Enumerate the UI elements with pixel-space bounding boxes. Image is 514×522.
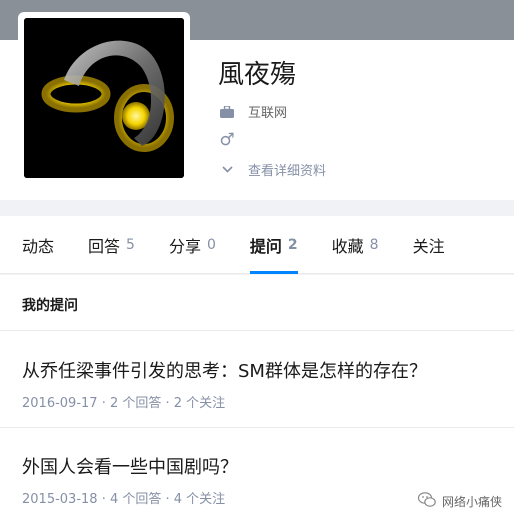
tab-shares[interactable]: 分享 0 [169, 216, 216, 274]
view-details-link[interactable]: 查看详细资料 [248, 160, 326, 179]
tab-label: 分享 [168, 236, 201, 256]
watermark-text: 网络小痛侠 [441, 494, 502, 509]
gender-row: ♂ [218, 130, 248, 150]
tab-count: 8 [369, 236, 379, 253]
answer-count-link[interactable]: 2 个回答 [110, 396, 161, 411]
tab-count: 5 [126, 236, 135, 253]
industry-row: 互联网 [218, 102, 287, 121]
chevron-down-icon [218, 161, 236, 179]
avatar[interactable] [18, 12, 190, 184]
follow-count: 4 个关注 [173, 492, 226, 507]
tab-label: 收藏 [331, 236, 364, 256]
tab-label: 提问 [249, 236, 282, 256]
industry-label: 互联网 [248, 106, 288, 121]
questions-panel: 我的提问 从乔任梁事件引发的思考：SM群体是怎样的存在？ 2016-09-17 … [0, 275, 514, 522]
profile-tabs: 动态 回答 5 分享 0 提问 2 收藏 8 关注 [0, 216, 514, 274]
wechat-icon [417, 492, 436, 510]
question-title-2[interactable]: 外国人会看一些中国剧吗？ [22, 453, 238, 479]
question-date: 2016-09-17 [22, 396, 98, 411]
tab-answers[interactable]: 回答 5 [88, 216, 135, 274]
tab-questions[interactable]: 提问 2 [249, 216, 298, 274]
answer-count-link[interactable]: 4 个回答 [110, 492, 161, 507]
username: 風夜殤 [218, 60, 297, 90]
golden-rings-avatar-icon [24, 18, 184, 178]
male-icon: ♂ [219, 130, 235, 150]
question-date: 2015-03-18 [22, 492, 98, 507]
tab-label: 关注 [412, 236, 445, 256]
divider [0, 330, 514, 331]
meta-separator: · [161, 396, 174, 411]
tab-count: 2 [287, 236, 298, 253]
divider [0, 427, 514, 428]
detail-row[interactable]: 查看详细资料 [218, 160, 326, 179]
tab-following[interactable]: 关注 [413, 216, 445, 274]
section-title: 我的提问 [22, 298, 78, 314]
follow-count: 2 个关注 [173, 396, 226, 411]
meta-separator: · [161, 492, 174, 507]
tab-label: 动态 [22, 236, 55, 256]
watermark: 网络小痛侠 [417, 492, 502, 510]
question-meta-1: 2016-09-17 · 2 个回答 · 2 个关注 [22, 392, 225, 411]
question-title-1[interactable]: 从乔任梁事件引发的思考：SM群体是怎样的存在？ [22, 357, 427, 383]
tab-count: 0 [206, 236, 216, 253]
tab-label: 回答 [88, 236, 121, 256]
tab-activity[interactable]: 动态 [22, 216, 54, 274]
tab-collections[interactable]: 收藏 8 [332, 216, 379, 274]
question-meta-2: 2015-03-18 · 4 个回答 · 4 个关注 [22, 488, 225, 507]
meta-separator: · [97, 396, 110, 411]
meta-separator: · [97, 492, 110, 507]
briefcase-icon [218, 103, 236, 121]
